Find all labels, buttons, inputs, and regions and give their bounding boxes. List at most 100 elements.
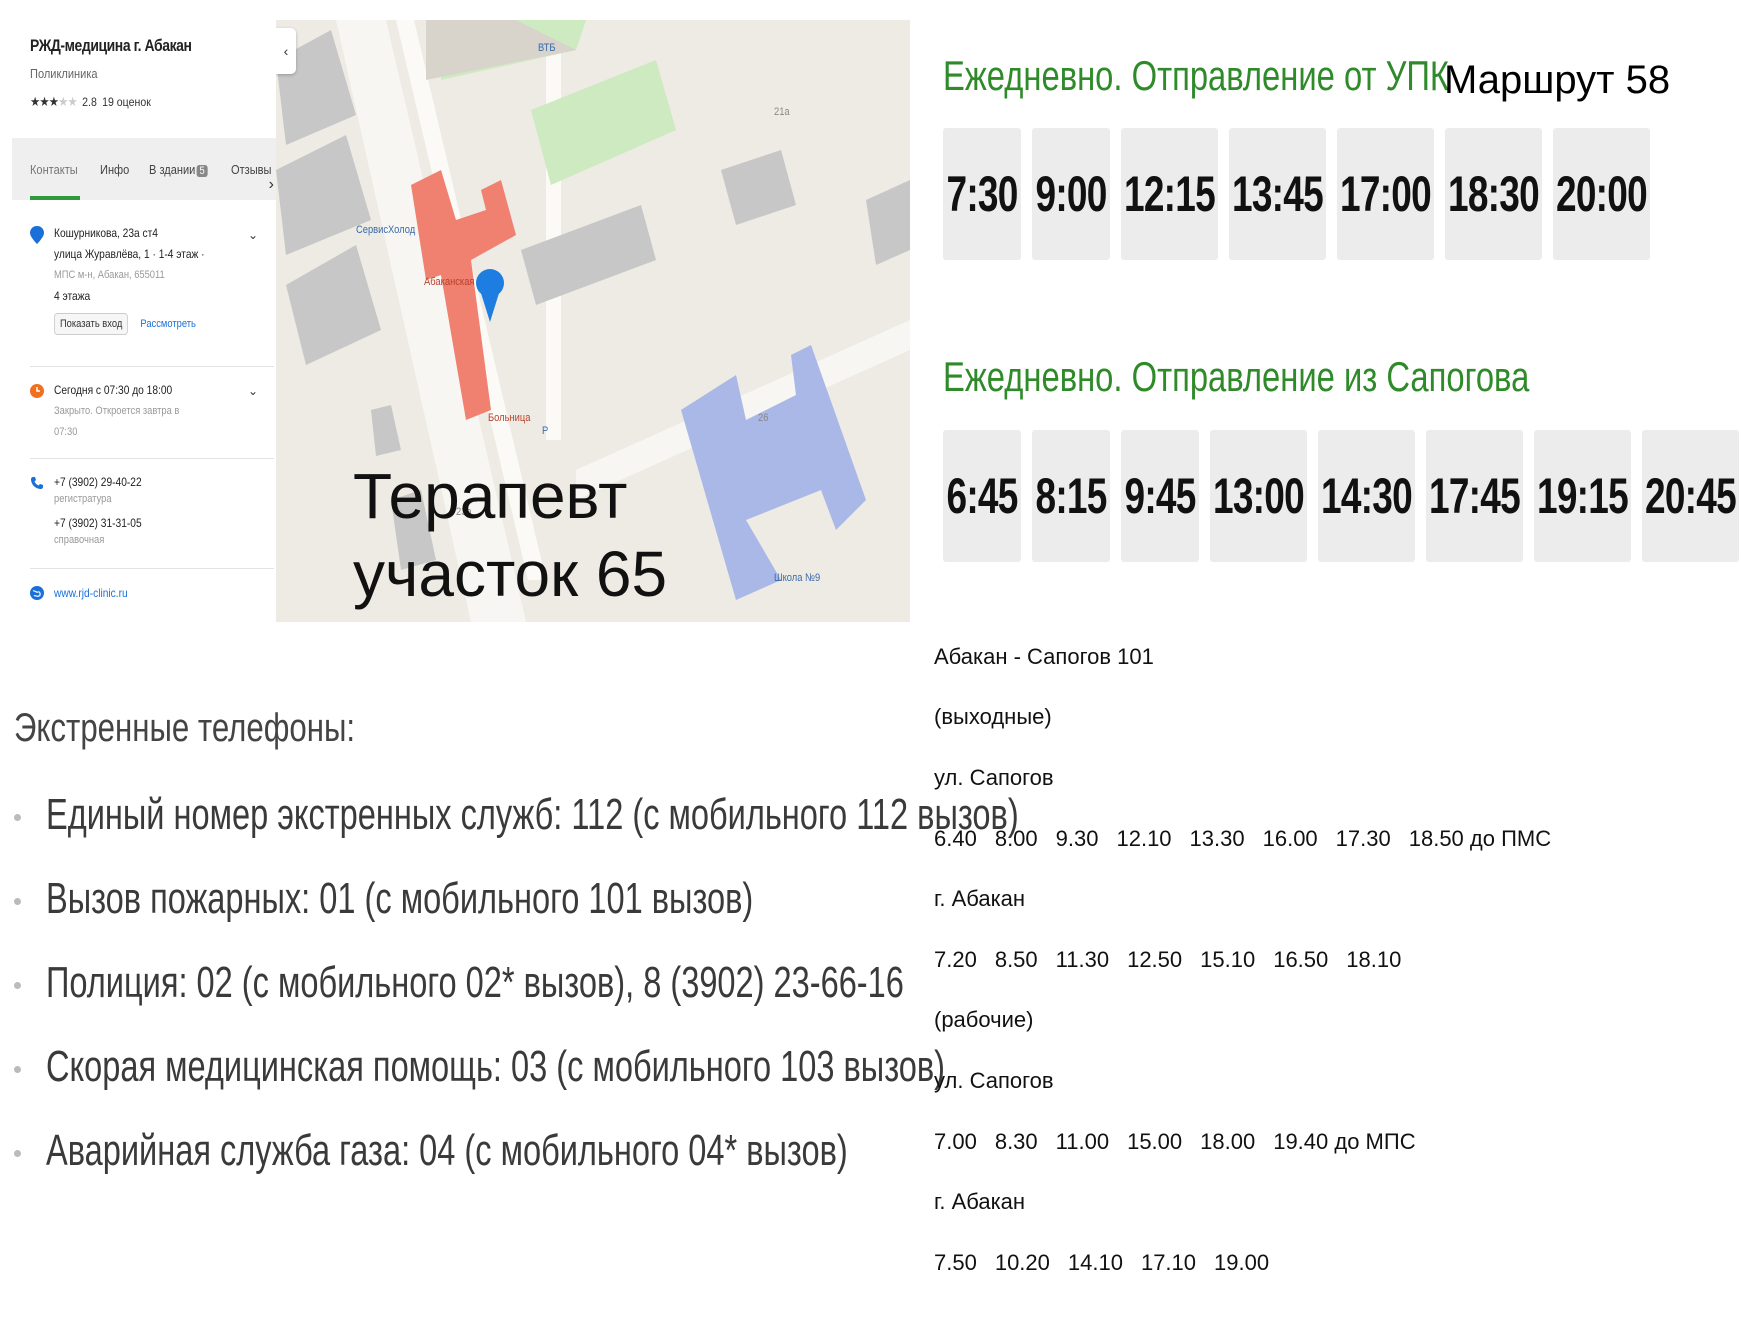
rating-value: 2.8	[82, 95, 97, 109]
time-chip: 14:30	[1318, 430, 1415, 562]
phone-number[interactable]: +7 (3902) 31-31-05	[54, 513, 233, 534]
departure-time: 10.20	[994, 1250, 1050, 1275]
globe-icon	[30, 586, 44, 600]
map-label-house: 21а	[774, 106, 790, 118]
emergency-item-text: Вызов пожарных: 01 (с мобильного 101 выз…	[46, 874, 754, 923]
time-chip: 18:30	[1445, 128, 1542, 260]
departure-time: 15.00	[1127, 1129, 1183, 1154]
collapse-panel-chevron-icon[interactable]: ‹	[276, 28, 296, 74]
time-chip: 13:00	[1210, 430, 1307, 562]
departure-time: 17.30	[1335, 826, 1391, 851]
address-line-3: МПС м-н, Абакан, 655011	[54, 269, 165, 281]
website-link[interactable]: www.rjd-clinic.ru	[54, 583, 261, 604]
phones-section: +7 (3902) 29-40-22 регистратура +7 (3902…	[54, 472, 264, 546]
departure-time: 19.40 до МПС	[1273, 1129, 1416, 1154]
bullet-icon	[14, 982, 21, 989]
hours-reopen-time: 07:30	[54, 426, 78, 438]
map-label-hospital[interactable]: Больница	[488, 412, 530, 424]
departure-time: 15.10	[1200, 947, 1256, 972]
map-label-abakanskaya[interactable]: Абаканская	[424, 276, 474, 288]
departure-time: 8.00	[994, 826, 1038, 851]
time-chip-label: 6:45	[946, 468, 1018, 524]
workday-label: (рабочие)	[934, 1007, 1034, 1032]
departure-time: 16.50	[1273, 947, 1329, 972]
map-label-house: 26	[758, 412, 769, 424]
departure-time: 16.00	[1262, 826, 1318, 851]
emergency-item-text: Полиция: 02 (с мобильного 02* вызов), 8 …	[46, 958, 904, 1007]
tab-badge: 5	[196, 164, 207, 177]
map-label-parking: P	[542, 425, 549, 437]
departure-time: 12.10	[1116, 826, 1172, 851]
tab-contacts[interactable]: Контакты	[30, 162, 78, 177]
time-chip: 17:45	[1426, 430, 1523, 562]
departure-time: 17.10	[1140, 1250, 1197, 1275]
time-chip: 6:45	[943, 430, 1021, 562]
divider	[30, 458, 274, 459]
card-tabs: Контакты Инфо В здании 5 Отзывы	[12, 138, 276, 200]
bullet-icon	[14, 814, 21, 821]
rating-count: 19 оценок	[102, 95, 151, 109]
time-chip: 17:00	[1337, 128, 1434, 260]
tabs-next-icon[interactable]: ›	[269, 176, 274, 194]
bullet-icon	[14, 1150, 21, 1157]
bullet-icon	[14, 898, 21, 905]
tab-in-building-label: В здании	[148, 161, 195, 177]
address-line-1[interactable]: Кошурникова, 23а ст4	[54, 223, 233, 244]
time-chip: 7:30	[943, 128, 1021, 260]
time-chip-label: 20:45	[1645, 468, 1737, 524]
departure-time: 19.00	[1214, 1250, 1270, 1275]
divider	[30, 366, 274, 367]
departure-time: 7.00	[934, 1129, 977, 1154]
time-chip: 8:15	[1032, 430, 1110, 562]
rating-stars-icon: ★★★★★	[30, 94, 78, 109]
map-label-servisholod[interactable]: СервисХолод	[356, 224, 415, 236]
tab-reviews[interactable]: Отзывы	[231, 162, 271, 177]
active-tab-indicator	[30, 196, 80, 200]
address-section: Кошурникова, 23а ст4 улица Журавлёва, 1 …	[54, 223, 264, 335]
emergency-title: Экстренные телефоны:	[14, 706, 356, 750]
departure-time: 7.50	[934, 1250, 977, 1275]
departure-time: 8.30	[994, 1129, 1038, 1154]
clock-icon	[30, 384, 44, 398]
tab-info[interactable]: Инфо	[100, 162, 129, 177]
phone-icon	[31, 477, 43, 489]
emergency-item-text: Единый номер экстренных служб: 112 (с мо…	[46, 790, 1019, 839]
time-chip: 9:00	[1032, 128, 1110, 260]
departure-time: 11.30	[1055, 947, 1110, 972]
map-label-school[interactable]: Школа №9	[774, 572, 820, 584]
departure-time: 18.50 до ПМС	[1408, 826, 1552, 851]
bus-route-title: Абакан - Сапогов 101	[934, 644, 1154, 669]
departure-row: 7.20 8.50 11.30 12.50 15.10 16.50 18.10	[934, 947, 1419, 973]
view-button[interactable]: Рассмотреть	[134, 313, 201, 335]
phone-note: регистратура	[54, 493, 112, 505]
org-card: РЖД-медицина г. Абакан Поликлиника ★★★★★…	[12, 20, 276, 622]
hours-status: Закрыто. Откроется завтра в	[54, 405, 180, 417]
address-floors: 4 этажа	[54, 289, 91, 303]
time-chip-label: 13:00	[1213, 468, 1305, 524]
org-title[interactable]: РЖД-медицина г. Абакан	[30, 36, 192, 56]
departure-time: 9.30	[1055, 826, 1099, 851]
departure-time: 18.10	[1346, 947, 1402, 972]
departure-time: 11.00	[1055, 1129, 1110, 1154]
time-chip-label: 19:15	[1537, 468, 1629, 524]
org-rating[interactable]: ★★★★★ 2.8 19 оценок	[30, 94, 151, 110]
website-section: www.rjd-clinic.ru	[54, 583, 298, 604]
time-chip-label: 20:00	[1556, 166, 1648, 222]
org-category: Поликлиника	[30, 66, 98, 81]
departure-row: 7.50 10.20 14.10 17.10 19.00	[934, 1250, 1287, 1276]
departure-time: 8.50	[994, 947, 1038, 972]
map-label-vtb[interactable]: ВТБ	[538, 42, 555, 54]
phone-note: справочная	[54, 534, 105, 546]
departure-row: 6.40 8.00 9.30 12.10 13.30 16.00 17.30 18.50 до…	[934, 826, 1569, 852]
show-entrance-button[interactable]: Показать вход	[54, 313, 129, 335]
emergency-item-text: Аварийная служба газа: 04 (с мобильного …	[46, 1126, 848, 1175]
tab-in-building[interactable]: В здании 5	[149, 162, 207, 177]
map-view[interactable]: ‹ ВТБ 21а СервисХолод Абаканская Больниц…	[276, 20, 910, 622]
schedule-sapogov-title: Ежедневно. Отправление из Сапогова	[943, 353, 1530, 400]
emergency-item-text: Скорая медицинская помощь: 03 (с мобильн…	[46, 1042, 946, 1091]
phone-number[interactable]: +7 (3902) 29-40-22	[54, 472, 233, 493]
divider	[30, 568, 274, 569]
stop-label: г. Абакан	[934, 1189, 1026, 1214]
location-pin-icon	[30, 226, 44, 244]
hours-today: Сегодня с 07:30 до 18:00	[54, 383, 173, 397]
